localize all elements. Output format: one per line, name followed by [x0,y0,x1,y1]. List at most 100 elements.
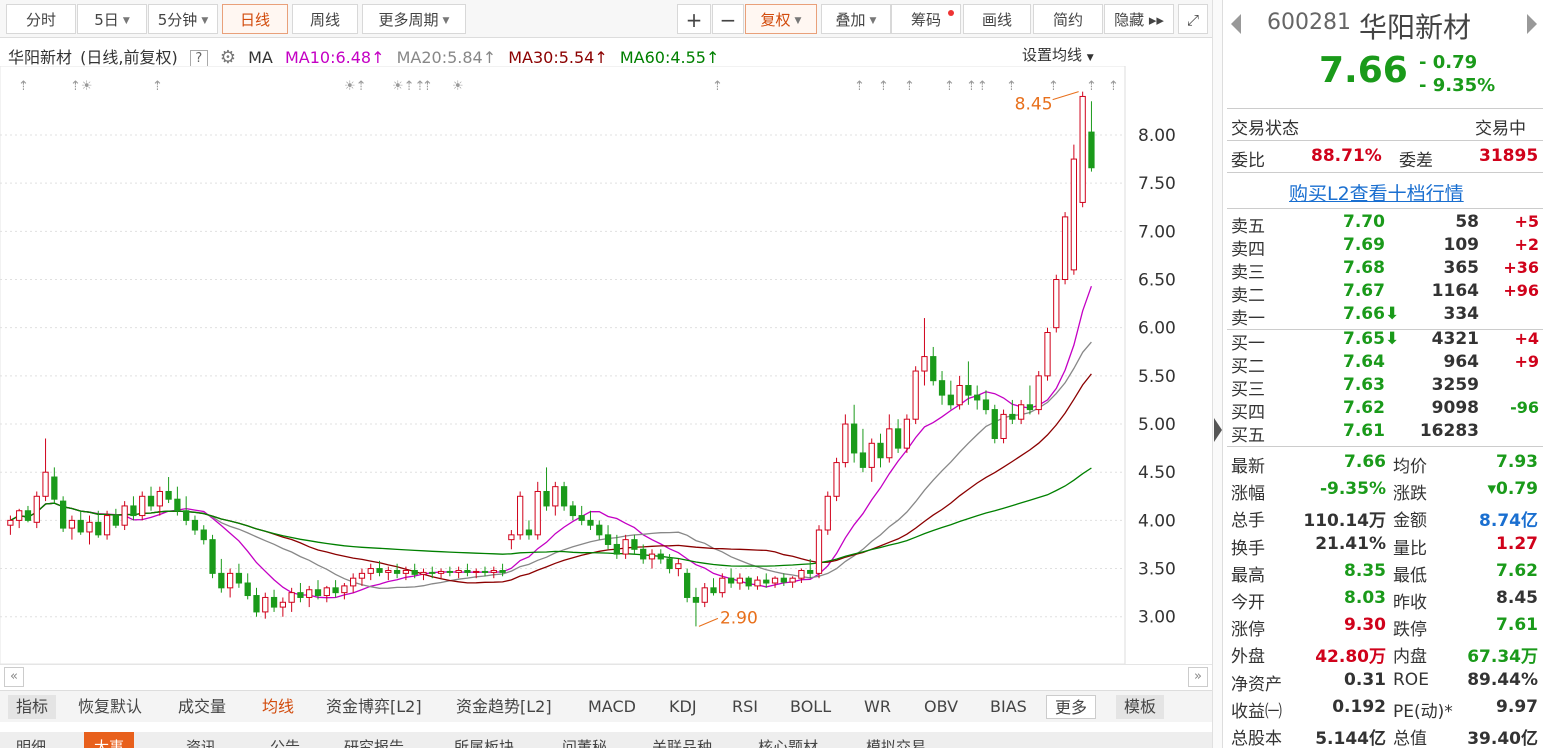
zoom-in-button[interactable]: + [677,4,711,34]
kline-chart[interactable]: 8.00 7.50 7.00 6.50 6.00 5.50 5.00 4.50 4.00 3.50… [0,66,1212,664]
order-volume: 58 [1455,212,1479,232]
up-arrow-icon: ↑ [594,48,608,67]
candle-body [314,589,322,597]
simple-button[interactable]: 简约 [1033,4,1103,34]
tab-5day[interactable]: 5日 ▼ [77,4,147,34]
candle-body [7,519,14,526]
stat-label: 总股本 [1231,729,1282,749]
tab-news[interactable]: 资讯 [176,732,226,748]
order-volume: 3259 [1431,375,1479,395]
tab-daily[interactable]: 日线 [222,4,288,34]
chips-button[interactable]: 筹码 [891,4,961,34]
tab-sim-trade[interactable]: 模拟交易 [856,732,936,748]
tab-rsi[interactable]: RSI [732,695,758,719]
candle-body [1000,413,1007,439]
stat-label: 外盘 [1231,647,1265,668]
tab-themes[interactable]: 核心题材 [748,732,828,748]
stat-value: 9.97 [1496,696,1538,717]
adjust-button[interactable]: 复权 ▼ [745,4,817,34]
tab-restore-default[interactable]: 恢复默认 [78,695,142,719]
tab-detail[interactable]: 明细 [6,732,56,748]
tab-intraday[interactable]: 分时 [6,4,76,34]
event-marker-icon: ⇡ [854,79,865,94]
last-price: 7.66 [1319,50,1408,91]
tab-events[interactable]: 大事 [84,732,135,748]
event-marker-icon: ⇡☀ [70,79,93,94]
tab-macd[interactable]: MACD [588,695,636,719]
candle-body [657,553,664,560]
prev-stock-icon[interactable] [1231,14,1241,34]
candle-body [350,577,357,587]
event-marker-icon: ⇡ [1108,79,1119,94]
chevron-left-icon[interactable]: « [4,667,24,687]
order-level-label: 卖四 [1231,240,1265,260]
tab-fund-trend[interactable]: 资金趋势[L2] [456,695,552,719]
tab-fund-game[interactable]: 资金博弈[L2] [326,695,422,719]
divider [1227,108,1543,109]
next-stock-icon[interactable] [1527,14,1537,34]
stat-label: ROE [1393,669,1429,690]
candle-body [235,572,243,584]
tab-volume[interactable]: 成交量 [178,695,226,719]
event-marker-icon: ⇡ [944,79,955,94]
candle-body [930,356,937,382]
candle-body [446,570,453,573]
gear-icon[interactable]: ⚙ [220,47,236,68]
tab-bias[interactable]: BIAS [990,695,1027,719]
candle-body [912,370,919,420]
candle-body [59,500,67,529]
chart-mode: (日线,前复权) [80,48,178,67]
tab-wr[interactable]: WR [864,695,891,719]
draw-button[interactable]: 画线 [963,4,1031,34]
candle-body [402,569,410,574]
candle-body [490,569,497,573]
event-marker-icon: ⇡ [904,79,915,94]
candle-body [376,568,383,573]
tab-indicator[interactable]: 指标 [8,695,57,719]
more-indicators-button[interactable]: 更多 [1046,695,1097,719]
tab-ma[interactable]: 均线 [262,695,294,719]
stat-value: 42.80万 [1315,647,1386,668]
candle-body [815,529,823,574]
tab-sector[interactable]: 所属板块 [444,732,524,748]
event-marker-icon: ☀⇡ [344,79,367,94]
candle-body [824,495,831,531]
zoom-out-button[interactable]: − [712,4,744,34]
candle-body [1088,131,1095,169]
chart-scrollbar[interactable]: « » [0,664,1212,688]
tab-5min[interactable]: 5分钟 ▼ [148,4,218,34]
stat-label: 收益㈠ [1231,701,1282,722]
ma20-text: MA20:5.84 [396,48,483,67]
candle-body [262,596,269,613]
caret-right-icon[interactable] [1214,418,1222,442]
candle-body [974,394,981,401]
set-ma-button[interactable]: 设置均线 ▼ [1022,44,1094,65]
template-button[interactable]: 模板 [1116,695,1165,719]
candle-body [982,399,990,411]
indicator-tabs: 指标 恢复默认 成交量 均线 资金博弈[L2] 资金趋势[L2] MACD KD… [0,690,1212,722]
overlay-button[interactable]: 叠加 ▼ [821,4,891,34]
candle-body [1026,404,1034,411]
ma-legend: 华阳新材 (日线,前复权) ? ⚙ MA MA10:6.48↑ MA20:5.8… [8,44,726,68]
help-button[interactable]: ? [189,49,208,68]
hide-button[interactable]: 隐藏 ▸▸ [1104,4,1174,34]
tab-kdj[interactable]: KDJ [669,695,697,719]
tab-announcement[interactable]: 公告 [260,732,310,748]
panel-splitter[interactable] [1212,0,1222,748]
tab-related[interactable]: 关联品种 [642,732,722,748]
tab-weekly[interactable]: 周线 [292,4,358,34]
up-arrow-icon: ↑ [482,48,497,67]
candle-body [648,553,656,560]
l2-link[interactable]: 购买L2查看十档行情 [1289,179,1464,206]
adjust-label: 复权 [760,11,791,29]
expand-icon[interactable]: ⤢ [1178,4,1208,34]
tab-boll[interactable]: BOLL [790,695,831,719]
tab-research[interactable]: 研究报告 [334,732,414,748]
order-level-label: 卖二 [1231,286,1265,306]
order-volume: 4321 [1431,329,1479,349]
weicha-value: 31895 [1479,146,1539,166]
tab-obv[interactable]: OBV [924,695,958,719]
more-periods-button[interactable]: 更多周期 ▼ [362,4,466,34]
tab-ask-secretary[interactable]: 问董秘 [552,732,617,748]
chevron-right-icon[interactable]: » [1188,667,1208,687]
